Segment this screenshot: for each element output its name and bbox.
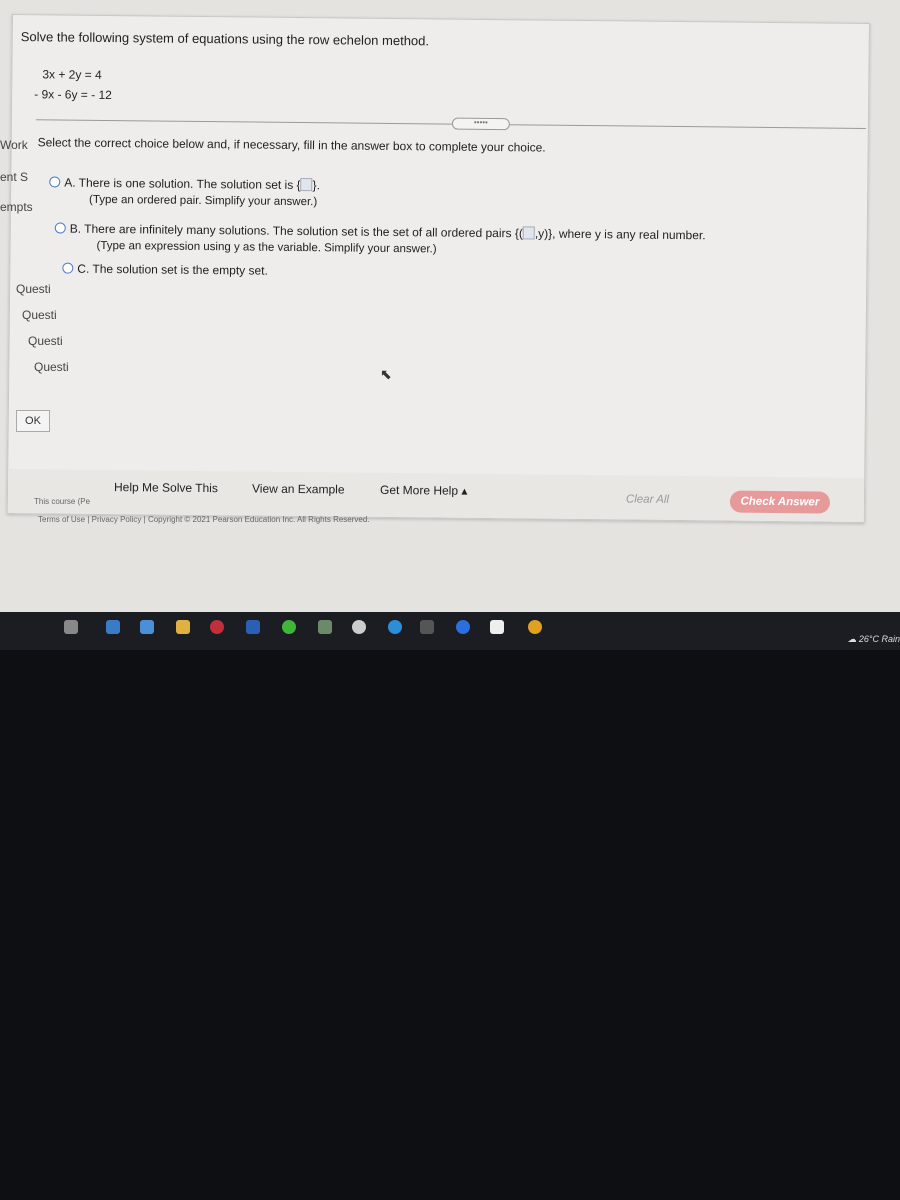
- instruction: Select the correct choice below and, if …: [37, 135, 546, 155]
- get-more-help-button[interactable]: Get More Help ▴: [380, 483, 468, 498]
- answer-box-a[interactable]: [300, 178, 313, 192]
- equation: - 9x - 6y = - 12: [34, 87, 112, 103]
- radio-a[interactable]: [49, 176, 61, 188]
- telegram-icon[interactable]: [388, 620, 402, 634]
- taskbar: ☁ 26°C Rain: [0, 612, 900, 650]
- chrome-icon[interactable]: [528, 620, 542, 634]
- screen: Work ent S empts Questi Questi Questi Qu…: [0, 0, 900, 612]
- choice-letter: A.: [64, 175, 76, 190]
- help-me-solve-button[interactable]: Help Me Solve This: [114, 480, 218, 495]
- choice-c[interactable]: C. The solution set is the empty set.: [62, 262, 268, 278]
- question-link[interactable]: Questi: [34, 360, 69, 374]
- opera-icon[interactable]: [210, 620, 224, 634]
- choice-text: The solution set is the empty set.: [92, 261, 268, 278]
- weather-widget[interactable]: ☁ 26°C Rain: [847, 634, 900, 645]
- answer-box-b[interactable]: [522, 226, 535, 240]
- choice-text: There are infinitely many solutions. The…: [84, 221, 523, 241]
- expand-button[interactable]: •••••: [451, 117, 510, 131]
- ok-button[interactable]: OK: [16, 410, 50, 432]
- weather-icon: ☁: [847, 634, 859, 644]
- notepad-icon[interactable]: [490, 620, 504, 634]
- choice-b[interactable]: B. There are infinitely many solutions. …: [54, 221, 706, 243]
- left-pane-label: ent S: [0, 170, 29, 184]
- task-view-icon[interactable]: [64, 620, 78, 634]
- epic-games-icon[interactable]: [420, 620, 434, 634]
- mouse-cursor-icon: ⬉: [380, 366, 392, 382]
- app-blue-icon[interactable]: [456, 620, 470, 634]
- question-prompt: Solve the following system of equations …: [20, 29, 430, 49]
- radio-c[interactable]: [62, 262, 74, 274]
- photos-icon[interactable]: [106, 620, 120, 634]
- legal-links[interactable]: Terms of Use | Privacy Policy | Copyrigh…: [38, 515, 370, 524]
- divider: [35, 119, 866, 129]
- choice-suffix: }.: [312, 178, 321, 193]
- choice-hint: (Type an ordered pair. Simplify your ans…: [88, 193, 318, 209]
- question-dialog: Solve the following system of equations …: [6, 14, 870, 523]
- question-link[interactable]: Questi: [22, 308, 57, 322]
- choice-a[interactable]: A. There is one solution. The solution s…: [49, 175, 320, 192]
- xbox-icon[interactable]: [318, 620, 332, 634]
- app-icon[interactable]: [140, 620, 154, 634]
- itunes-icon[interactable]: [352, 620, 366, 634]
- file-explorer-icon[interactable]: [176, 620, 190, 634]
- choice-hint: (Type an expression using y as the varia…: [96, 239, 437, 256]
- equation: 3x + 2y = 4: [42, 67, 102, 82]
- weather-text: 26°C Rain: [858, 634, 900, 644]
- radio-b[interactable]: [54, 222, 66, 234]
- question-link[interactable]: Questi: [28, 334, 63, 348]
- course-text: This course (Pe: [34, 497, 91, 506]
- left-pane-label: empts: [0, 200, 33, 214]
- view-example-button[interactable]: View an Example: [252, 482, 345, 497]
- help-bar: Help Me Solve This View an Example Get M…: [7, 468, 865, 522]
- word-icon[interactable]: [246, 620, 260, 634]
- app-green-icon[interactable]: [282, 620, 296, 634]
- clear-all-button[interactable]: Clear All: [626, 493, 669, 505]
- check-answer-button[interactable]: Check Answer: [729, 490, 831, 514]
- left-pane-label: Work: [0, 138, 28, 152]
- choice-letter: C.: [77, 261, 90, 276]
- question-link[interactable]: Questi: [16, 282, 51, 296]
- choice-text: There is one solution. The solution set …: [78, 175, 301, 193]
- choice-suffix: ,y)}, where y is any real number.: [534, 226, 706, 243]
- choice-letter: B.: [69, 221, 82, 236]
